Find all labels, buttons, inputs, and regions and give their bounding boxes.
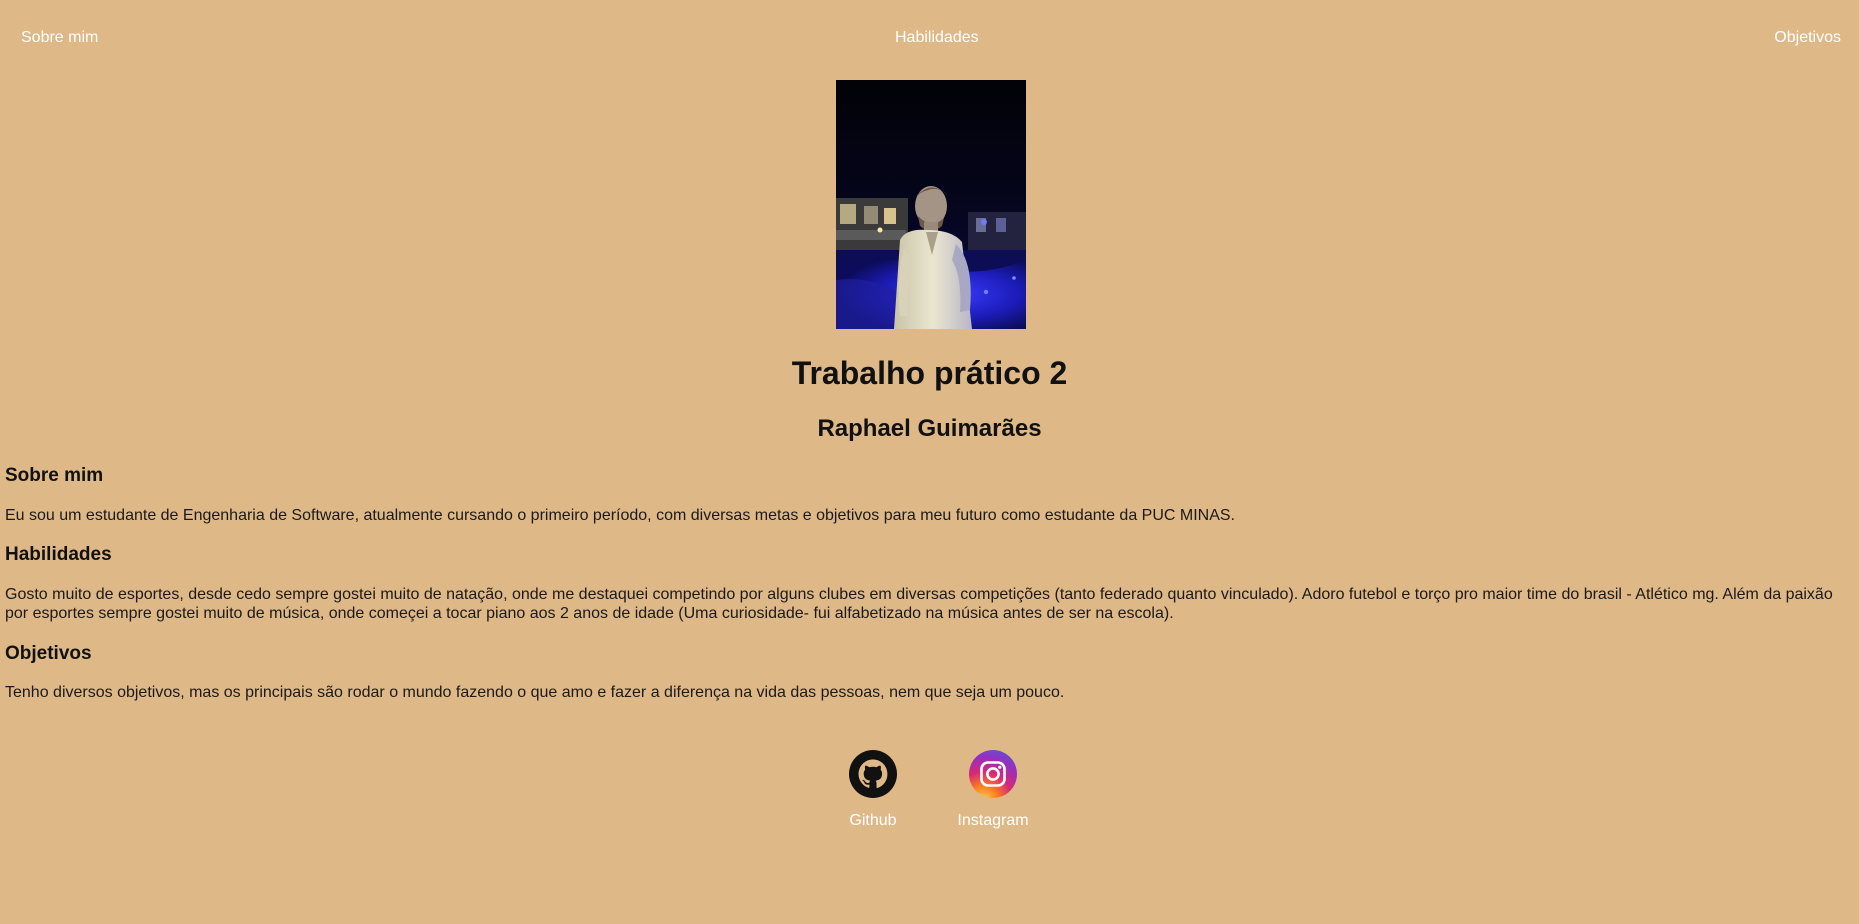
section-text-sobre-mim: Eu sou um estudante de Engenharia de Sof… (5, 507, 1235, 524)
instagram-label: Instagram (957, 812, 1029, 829)
instagram-icon (969, 750, 1017, 798)
section-text-objetivos: Tenho diversos objetivos, mas os princip… (5, 684, 1065, 701)
author-name: Raphael Guimarães (817, 415, 1042, 442)
github-label: Github (849, 812, 897, 829)
instagram-link[interactable]: Instagram (952, 750, 1034, 830)
profile-photo (836, 80, 1026, 329)
nav-link-habilidades[interactable]: Habilidades (895, 29, 979, 47)
nav-link-sobre-mim[interactable]: Sobre mim (21, 29, 98, 47)
section-text-habilidades: Gosto muito de esportes, desde cedo semp… (5, 586, 1833, 622)
nav-link-objetivos[interactable]: Objetivos (1774, 29, 1841, 47)
section-heading-habilidades: Habilidades (5, 544, 112, 565)
top-navigation: Sobre mim Habilidades Objetivos (0, 0, 1859, 76)
section-heading-objetivos: Objetivos (5, 643, 92, 664)
page-title: Trabalho prático 2 (791, 355, 1068, 391)
github-link[interactable]: Github (848, 750, 898, 830)
profile-photo-image (836, 80, 1026, 329)
section-heading-sobre-mim: Sobre mim (5, 465, 104, 486)
github-icon (849, 750, 897, 798)
